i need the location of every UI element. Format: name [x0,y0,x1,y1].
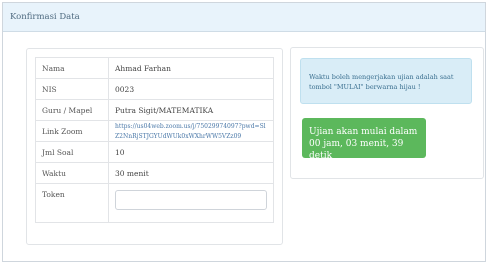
duration-value: 30 menit [108,162,274,184]
status-panel: Waktu boleh mengerjakan ujian adalah saa… [290,47,484,179]
countdown-time: 00 jam, 03 menit, 39 detik [309,139,404,161]
zoom-link-cell: https://us04web.zoom.us/j/75029974097?pw… [108,120,274,142]
question-count-value: 10 [108,141,274,163]
token-label: Token [35,183,109,223]
name-label: Nama [35,57,109,79]
data-table: Nama Ahmad Farhan NIS 0023 Guru / Mapel … [35,57,274,223]
duration-label: Waktu [35,162,109,184]
info-alert: Waktu boleh mengerjakan ujian adalah saa… [300,58,472,104]
zoom-link-label: Link Zoom [35,120,109,142]
table-row: Guru / Mapel Putra Sigit/MATEMATIKA [35,99,274,121]
countdown-button[interactable]: Ujian akan mulai dalam 00 jam, 03 menit,… [302,118,426,161]
panel-header: Konfirmasi Data [3,3,485,32]
nis-label: NIS [35,78,109,100]
token-cell [108,183,274,223]
table-row: Waktu 30 menit [35,162,274,184]
panel-title: Konfirmasi Data [10,12,80,22]
zoom-link[interactable]: https://us04web.zoom.us/j/75029974097?pw… [115,123,266,140]
countdown-title: Ujian akan mulai dalam [309,127,418,137]
teacher-subject-label: Guru / Mapel [35,99,109,121]
table-row: Token [35,183,274,223]
table-row: Nama Ahmad Farhan [35,57,274,79]
question-count-label: Jml Soal [35,141,109,163]
token-input[interactable] [115,190,267,210]
table-row: Link Zoom https://us04web.zoom.us/j/7502… [35,120,274,142]
data-panel: Nama Ahmad Farhan NIS 0023 Guru / Mapel … [26,48,283,245]
table-row: NIS 0023 [35,78,274,100]
confirmation-window: Konfirmasi Data Nama Ahmad Farhan NIS 00… [2,2,486,262]
teacher-subject-value: Putra Sigit/MATEMATIKA [108,99,274,121]
name-value: Ahmad Farhan [108,57,274,79]
table-row: Jml Soal 10 [35,141,274,163]
nis-value: 0023 [108,78,274,100]
